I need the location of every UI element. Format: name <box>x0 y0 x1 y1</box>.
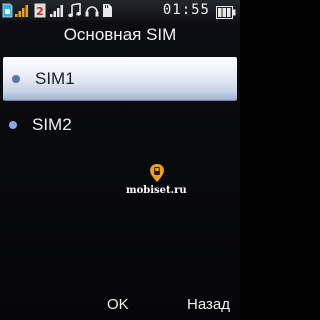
battery-icon <box>216 4 236 23</box>
status-bar: 2 01:55 <box>0 0 240 21</box>
sim-card-icon <box>2 3 13 22</box>
phone-screen: 2 01:55 Основная SIM SIM1 SIM2 mobiset.r… <box>0 0 240 320</box>
ok-softkey[interactable]: OK <box>107 290 129 320</box>
softkey-bar: OK Назад <box>0 290 240 320</box>
watermark-text: mobiset.ru <box>126 185 187 196</box>
list-item-sim1[interactable]: SIM1 <box>3 57 237 101</box>
signal-bars-2-icon <box>50 3 66 22</box>
headset-icon <box>85 3 99 22</box>
music-note-icon <box>68 2 82 22</box>
memory-card-icon <box>102 3 113 22</box>
list-item-sim2[interactable]: SIM2 <box>0 103 240 147</box>
list-item-label: SIM1 <box>35 69 75 88</box>
roaming-icon: 2 <box>34 3 46 22</box>
mobiset-logo-icon <box>149 163 165 183</box>
list-item-label: SIM2 <box>32 115 72 134</box>
back-softkey[interactable]: Назад <box>187 290 230 320</box>
selection-dot-icon <box>12 75 20 83</box>
status-time: 01:55 <box>162 2 210 18</box>
page-title: Основная SIM <box>63 25 177 44</box>
signal-bars-icon <box>15 3 31 22</box>
selection-dot-icon <box>9 121 17 129</box>
svg-text:2: 2 <box>36 5 44 18</box>
